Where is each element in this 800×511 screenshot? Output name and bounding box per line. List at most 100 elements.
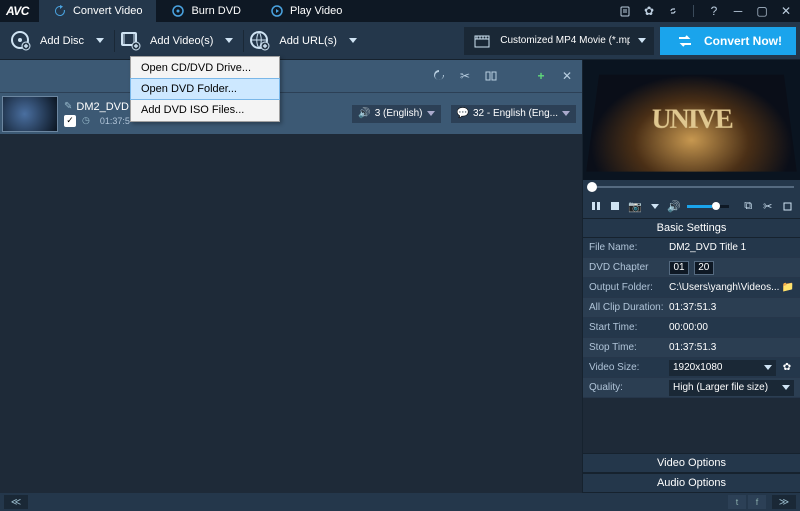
tab-play-video[interactable]: Play Video — [256, 0, 357, 22]
help-icon[interactable]: ? — [706, 3, 722, 19]
value-stop-time[interactable]: 01:37:51.3 — [669, 342, 794, 353]
link-icon[interactable] — [665, 3, 681, 19]
convert-now-button[interactable]: Convert Now! — [660, 27, 796, 55]
collapse-left-button[interactable]: ≪ — [4, 495, 28, 509]
maximize-icon[interactable]: ▢ — [754, 3, 770, 19]
audio-track-label: 3 (English) — [375, 108, 423, 119]
row-video-size: Video Size: 1920x1080 ✿ — [583, 358, 800, 378]
file-thumbnail — [2, 96, 58, 132]
value-start-time[interactable]: 00:00:00 — [669, 322, 794, 333]
tab-convert-video[interactable]: Convert Video — [39, 0, 158, 22]
settings-icon[interactable]: ✿ — [641, 3, 657, 19]
value-output-folder[interactable]: C:\Users\yangh\Videos... — [669, 282, 782, 293]
tab-burn-dvd[interactable]: Burn DVD — [157, 0, 256, 22]
caret-down-icon — [225, 38, 233, 43]
label-start-time: Start Time: — [589, 322, 669, 333]
edit-icon[interactable]: ✎ — [64, 101, 72, 112]
caret-down-icon — [96, 38, 104, 43]
label-dvd-chapter: DVD Chapter — [589, 262, 669, 273]
value-video-size: 1920x1080 — [673, 362, 723, 373]
value-all-clip-duration: 01:37:51.3 — [669, 302, 794, 313]
subtitle-track-label: 32 - English (Eng... — [473, 108, 558, 119]
audio-options-header[interactable]: Audio Options — [583, 473, 800, 493]
add-videos-menu: Open CD/DVD Drive... Open DVD Folder... … — [130, 56, 280, 122]
menu-open-cd-dvd-drive[interactable]: Open CD/DVD Drive... — [131, 57, 279, 79]
button-label: Add Disc — [40, 35, 84, 47]
row-file-name: File Name: DM2_DVD Title 1 — [583, 238, 800, 258]
subtitle-icon: 💬 — [457, 108, 469, 119]
basic-settings-header[interactable]: Basic Settings — [583, 218, 800, 238]
label-all-clip-duration: All Clip Duration: — [589, 302, 669, 313]
audio-track-select[interactable]: 🔊 3 (English) — [352, 105, 440, 123]
seek-knob[interactable] — [587, 182, 597, 192]
quality-select[interactable]: High (Larger file size) — [669, 380, 794, 396]
add-disc-button[interactable]: Add Disc — [4, 26, 114, 56]
label-output-folder: Output Folder: — [589, 282, 669, 293]
twitter-icon[interactable]: t — [728, 495, 746, 509]
volume-knob[interactable] — [712, 202, 720, 210]
caret-down-icon — [638, 38, 646, 43]
caret-down-icon — [349, 38, 357, 43]
add-videos-button[interactable]: Add Video(s) — [114, 26, 243, 56]
menu-open-dvd-folder[interactable]: Open DVD Folder... — [130, 78, 280, 100]
facebook-icon[interactable]: f — [748, 495, 766, 509]
remove-file-icon[interactable]: ✕ — [558, 67, 576, 85]
output-profile-select[interactable]: Customized MP4 Movie (*.mp4) — [464, 27, 654, 55]
caret-down-icon — [764, 365, 772, 370]
seek-bar[interactable] — [583, 180, 800, 194]
crop-icon[interactable] — [780, 198, 794, 214]
video-size-select[interactable]: 1920x1080 — [669, 360, 776, 376]
snapshot-mode-caret[interactable] — [648, 198, 662, 214]
refresh-icon[interactable] — [430, 67, 448, 85]
snapshot-button[interactable]: 📷 — [628, 198, 642, 214]
video-options-header[interactable]: Video Options — [583, 453, 800, 473]
caret-down-icon — [562, 111, 570, 116]
row-all-clip-duration: All Clip Duration: 01:37:51.3 — [583, 298, 800, 318]
pause-button[interactable] — [589, 198, 603, 214]
collapse-right-button[interactable]: ≫ — [772, 495, 796, 509]
browse-folder-icon[interactable]: 📁 — [782, 282, 794, 293]
add-file-icon[interactable]: + — [532, 67, 550, 85]
chapter-end-input[interactable]: 20 — [694, 261, 714, 275]
disc-icon — [171, 4, 185, 18]
volume-slider[interactable] — [687, 205, 729, 208]
row-quality: Quality: High (Larger file size) — [583, 378, 800, 398]
merge-icon[interactable] — [482, 67, 500, 85]
tab-label: Play Video — [290, 5, 342, 17]
divider — [693, 5, 694, 17]
minimize-icon[interactable]: ─ — [730, 3, 746, 19]
stop-button[interactable] — [609, 198, 623, 214]
profile-label: Customized MP4 Movie (*.mp4) — [500, 35, 630, 46]
menu-add-dvd-iso-files[interactable]: Add DVD ISO Files... — [131, 99, 279, 121]
chapter-start-input[interactable]: 01 — [669, 261, 689, 275]
row-dvd-chapter: DVD Chapter 01 20 — [583, 258, 800, 278]
popout-icon[interactable]: ⧉ — [741, 198, 755, 214]
file-name: DM2_DVD — [76, 101, 129, 113]
cut-icon[interactable]: ✂ — [456, 67, 474, 85]
file-item[interactable]: ✎ DM2_DVD ✓ ◷ 01:37:5 🔊 3 (English) 💬 32… — [0, 92, 582, 134]
clipboard-icon[interactable] — [617, 3, 633, 19]
add-urls-button[interactable]: Add URL(s) — [243, 26, 366, 56]
volume-icon[interactable]: 🔊 — [667, 198, 681, 214]
label-quality: Quality: — [589, 382, 669, 393]
value-file-name[interactable]: DM2_DVD Title 1 — [669, 242, 794, 253]
tab-label: Convert Video — [73, 5, 143, 17]
label-stop-time: Stop Time: — [589, 342, 669, 353]
clock-icon: ◷ — [82, 115, 90, 126]
label-file-name: File Name: — [589, 242, 669, 253]
app-logo: AVC — [6, 4, 29, 18]
preview-frame: UNIVE — [586, 75, 797, 172]
globe-plus-icon — [249, 30, 271, 52]
preview-area: UNIVE — [583, 60, 800, 180]
subtitle-track-select[interactable]: 💬 32 - English (Eng... — [451, 105, 577, 123]
speaker-icon: 🔊 — [358, 108, 370, 119]
button-label: Add URL(s) — [279, 35, 336, 47]
file-duration: 01:37:5 — [100, 116, 130, 126]
tab-label: Burn DVD — [191, 5, 241, 17]
video-size-settings-icon[interactable]: ✿ — [780, 361, 794, 375]
trim-icon[interactable]: ✂ — [761, 198, 775, 214]
close-icon[interactable]: ✕ — [778, 3, 794, 19]
file-checkbox[interactable]: ✓ — [64, 115, 76, 127]
file-list-header: ✂ + ✕ — [0, 60, 582, 92]
refresh-icon — [53, 4, 67, 18]
